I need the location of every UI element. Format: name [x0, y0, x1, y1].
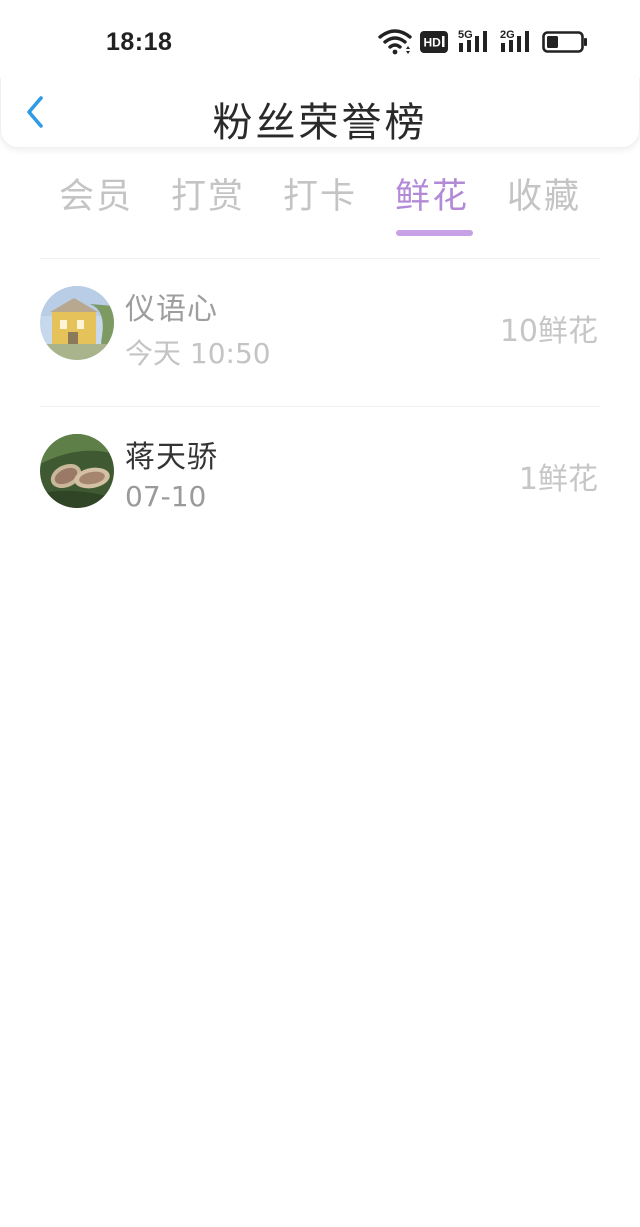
- status-icons: HD 5G 2G: [378, 28, 590, 58]
- leaves-photo-avatar: [40, 434, 114, 508]
- tab-label: 打赏: [170, 177, 245, 217]
- tab-rewards[interactable]: 打赏: [152, 168, 264, 240]
- divider: [40, 406, 600, 407]
- signal-2g-icon: 2G: [500, 29, 529, 52]
- hd-icon: HD: [420, 31, 448, 53]
- status-bar: 18:18 HD 5G 2G: [0, 0, 640, 80]
- page-title: 粉丝荣誉榜: [212, 100, 428, 146]
- tab-label: 收藏: [506, 177, 581, 217]
- signal-5g-icon: 5G: [458, 29, 487, 52]
- tab-flowers[interactable]: 鲜花: [376, 168, 488, 240]
- flower-count: 10鲜花: [499, 314, 598, 349]
- tab-members[interactable]: 会员: [40, 168, 152, 240]
- tab-label: 会员: [58, 177, 133, 217]
- active-tab-indicator: [396, 230, 473, 236]
- status-time: 18:18: [106, 28, 173, 56]
- fan-time: 今天 10:50: [125, 337, 271, 370]
- flower-count: 1鲜花: [518, 462, 598, 497]
- fan-name: 蒋天骄: [125, 440, 218, 475]
- tab-checkin[interactable]: 打卡: [264, 168, 376, 240]
- header-bar: 粉丝荣誉榜: [0, 78, 640, 148]
- list-item[interactable]: 蒋天骄 07-10 1鲜花: [0, 410, 640, 550]
- divider: [40, 258, 600, 259]
- tab-label: 鲜花: [394, 177, 469, 217]
- avatar: [40, 286, 114, 360]
- svg-text:2G: 2G: [500, 29, 515, 41]
- house-photo-avatar: [40, 286, 114, 360]
- fan-name: 仪语心: [125, 292, 218, 327]
- battery-icon: [542, 31, 587, 53]
- list-item[interactable]: 仪语心 今天 10:50 10鲜花: [0, 262, 640, 402]
- svg-text:HD: HD: [424, 36, 442, 50]
- tab-favorites[interactable]: 收藏: [488, 168, 600, 240]
- tab-bar: 会员 打赏 打卡 鲜花 收藏: [40, 168, 600, 240]
- avatar: [40, 434, 114, 508]
- wifi-icon: [378, 29, 412, 55]
- svg-text:5G: 5G: [458, 29, 473, 41]
- tab-label: 打卡: [282, 177, 357, 217]
- fan-time: 07-10: [125, 480, 207, 513]
